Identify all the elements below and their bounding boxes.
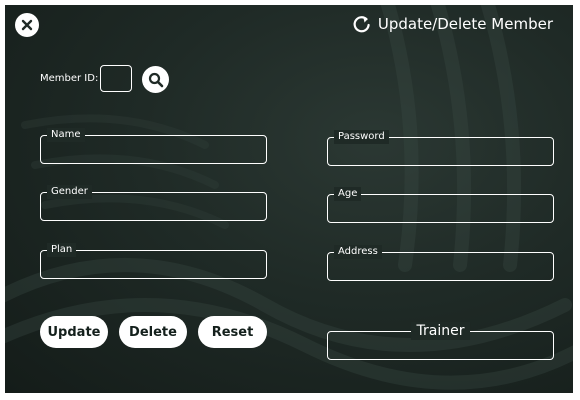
- password-field[interactable]: Password: [327, 130, 554, 166]
- address-field-label: Address: [334, 245, 382, 259]
- trainer-field-label: Trainer: [410, 322, 471, 340]
- age-field[interactable]: Age: [327, 187, 554, 223]
- name-field-label: Name: [47, 128, 85, 142]
- member-id-input[interactable]: [100, 65, 132, 92]
- plan-field[interactable]: Plan: [40, 243, 267, 279]
- password-field-label: Password: [334, 130, 389, 144]
- reset-button[interactable]: Reset: [198, 316, 267, 348]
- delete-button[interactable]: Delete: [119, 316, 187, 348]
- gender-field-label: Gender: [47, 185, 92, 199]
- gender-field[interactable]: Gender: [40, 185, 267, 221]
- plan-field-label: Plan: [47, 243, 77, 257]
- trainer-field[interactable]: Trainer: [327, 322, 554, 360]
- search-button[interactable]: [142, 66, 169, 93]
- close-x-icon: [21, 19, 33, 31]
- age-field-label: Age: [334, 187, 362, 201]
- address-field[interactable]: Address: [327, 245, 554, 281]
- search-icon: [148, 72, 163, 87]
- member-id-label: Member ID:: [40, 73, 99, 84]
- close-button[interactable]: [15, 13, 39, 37]
- page-title: Update/Delete Member: [352, 14, 553, 34]
- name-field[interactable]: Name: [40, 128, 267, 164]
- update-delete-member-window: Update/Delete Member Member ID: Name Gen…: [5, 5, 573, 393]
- page-title-text: Update/Delete Member: [377, 15, 553, 33]
- refresh-icon: [353, 16, 370, 33]
- update-button[interactable]: Update: [40, 316, 108, 348]
